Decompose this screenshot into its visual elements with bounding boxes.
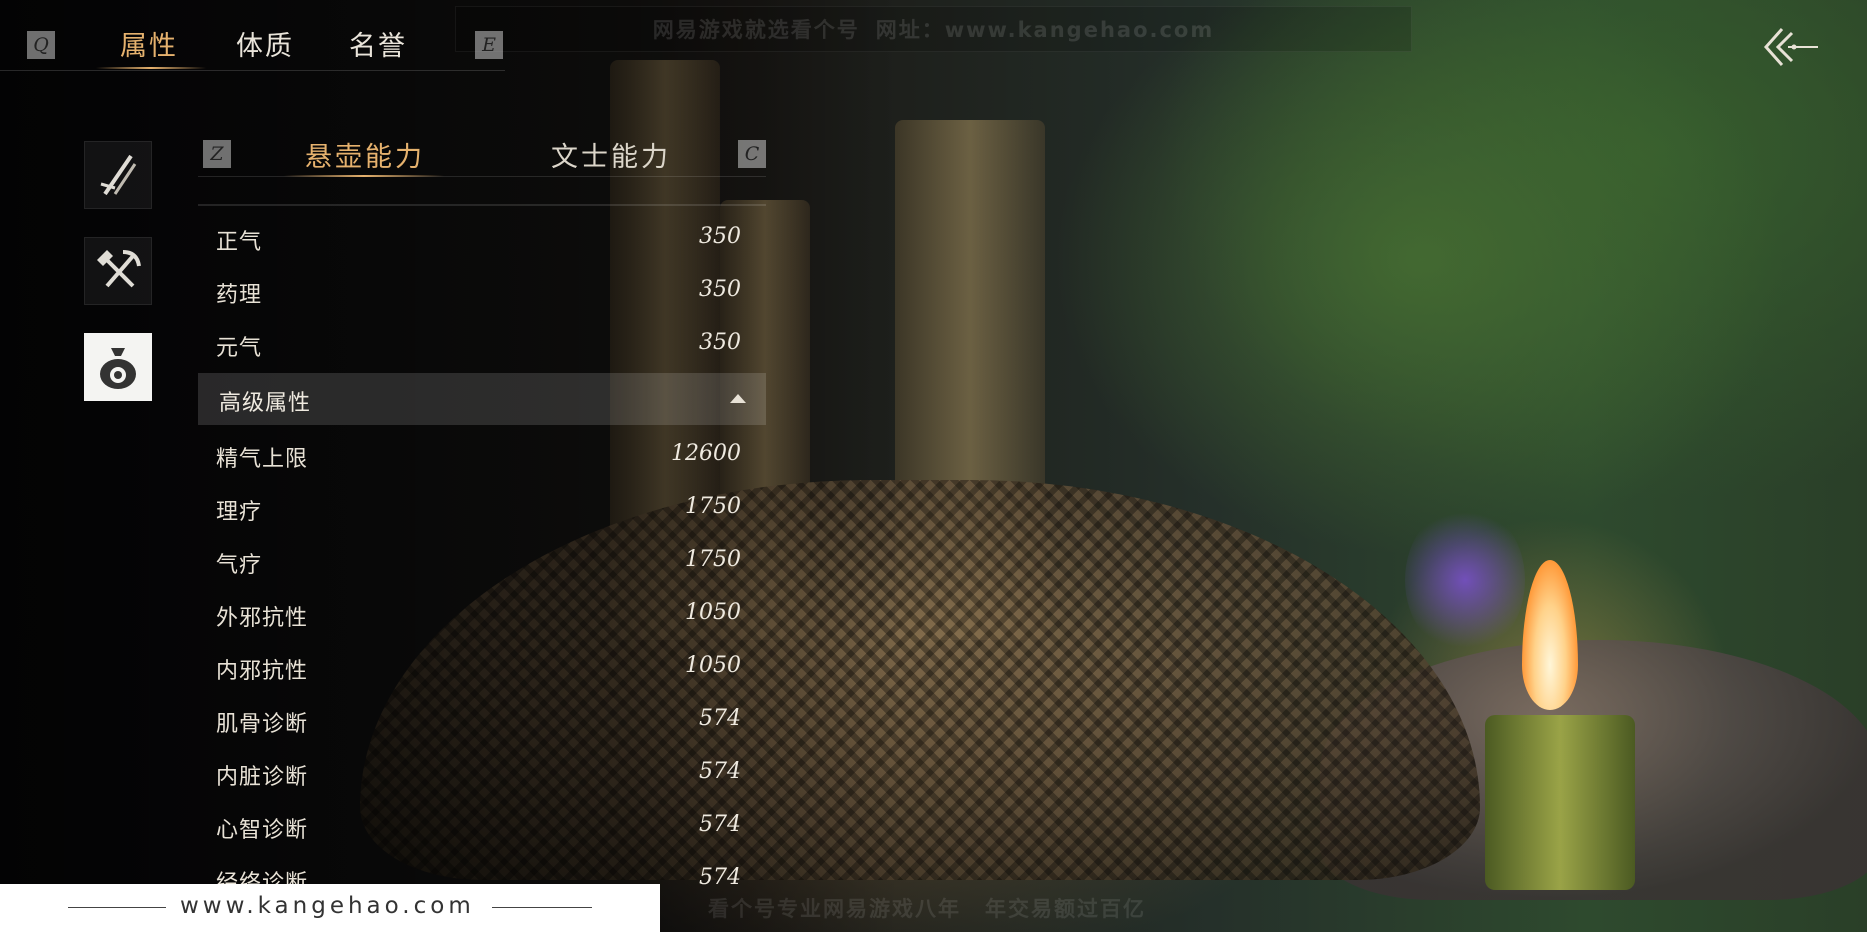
stat-value: 574 (699, 812, 741, 837)
side-tab-gathering[interactable] (84, 237, 152, 305)
sword-icon (100, 154, 137, 196)
stat-label: 内脏诊断 (216, 765, 309, 790)
back-arrow-icon (1763, 28, 1818, 66)
stat-value: 1050 (685, 600, 741, 625)
key-hint-e[interactable]: E (475, 31, 503, 59)
stat-row: 药理 350 (198, 265, 766, 318)
watermark-top-right: 网址：www.kangehao.com (875, 18, 1215, 42)
stat-label: 正气 (216, 230, 263, 255)
stats-list: 正气 350 药理 350 元气 350 高级属性 精气上限 12600 理疗 … (198, 212, 766, 906)
stat-label: 气疗 (216, 553, 263, 578)
flower-bud (1405, 505, 1525, 655)
stat-value: 1050 (685, 653, 741, 678)
sub-tabs: Z 悬壶能力 文士能力 C (198, 126, 766, 177)
tab-active-underline (96, 67, 206, 69)
stat-value: 574 (699, 759, 741, 784)
stat-label: 内邪抗性 (216, 659, 309, 684)
side-tab-medicine[interactable] (84, 333, 152, 401)
stat-value: 1750 (685, 547, 741, 572)
stat-label: 精气上限 (216, 447, 309, 472)
stat-row: 精气上限 12600 (198, 429, 766, 482)
stat-value: 350 (699, 224, 741, 249)
subtab-doctor-ability[interactable]: 悬壶能力 (305, 135, 425, 174)
stat-row: 气疗 1750 (198, 535, 766, 588)
key-hint-z[interactable]: Z (203, 140, 231, 168)
back-button[interactable] (1760, 25, 1820, 69)
tab-reputation[interactable]: 名誉 (349, 24, 407, 63)
stat-label: 理疗 (216, 500, 263, 525)
watermark-site: www.kangehao.com (180, 893, 475, 919)
section-label: 高级属性 (219, 391, 312, 416)
candle-flame (1522, 560, 1578, 710)
watermark-line-right (492, 907, 592, 908)
watermark-top-left: 网易游戏就选看个号 (652, 18, 860, 42)
watermark-bottom-slogan: 看个号专业网易游戏八年 年交易额过百亿 (660, 884, 1867, 932)
stat-value: 350 (699, 277, 741, 302)
top-nav: Q 属性 体质 名誉 E (0, 0, 505, 71)
bamboo-candle (1485, 715, 1635, 890)
watermark-slogan-2: 年交易额过百亿 (985, 897, 1146, 921)
advanced-attributes-header[interactable]: 高级属性 (198, 373, 766, 425)
subtab-active-underline (284, 175, 444, 177)
stat-row: 内邪抗性 1050 (198, 641, 766, 694)
stat-label: 药理 (216, 283, 263, 308)
stat-row: 理疗 1750 (198, 482, 766, 535)
subtab-scholar-ability[interactable]: 文士能力 (551, 135, 671, 174)
watermark-slogan-1: 看个号专业网易游戏八年 (708, 897, 961, 921)
shovel-pickaxe-icon (97, 250, 141, 288)
tab-attributes[interactable]: 属性 (120, 24, 178, 63)
watermark-top: 网易游戏就选看个号 网址：www.kangehao.com (455, 6, 1412, 52)
stat-row: 心智诊断 574 (198, 800, 766, 853)
stat-label: 外邪抗性 (216, 606, 309, 631)
medicine-pouch-icon (100, 348, 136, 389)
stat-row: 肌骨诊断 574 (198, 694, 766, 747)
key-hint-q[interactable]: Q (27, 31, 55, 59)
stat-label: 元气 (216, 336, 263, 361)
divider (198, 204, 766, 206)
stat-label: 肌骨诊断 (216, 712, 309, 737)
key-hint-c[interactable]: C (738, 140, 766, 168)
stat-value: 1750 (685, 494, 741, 519)
stat-row: 外邪抗性 1050 (198, 588, 766, 641)
stat-value: 350 (699, 330, 741, 355)
stat-value: 574 (699, 706, 741, 731)
stat-row: 正气 350 (198, 212, 766, 265)
collapse-arrow-icon[interactable] (730, 394, 746, 403)
stat-row: 元气 350 (198, 318, 766, 371)
stat-label: 心智诊断 (216, 818, 309, 843)
stat-value: 12600 (671, 441, 741, 466)
watermark-line-left (68, 907, 166, 908)
tab-constitution[interactable]: 体质 (236, 24, 294, 63)
side-tab-combat[interactable] (84, 141, 152, 209)
stat-row: 内脏诊断 574 (198, 747, 766, 800)
